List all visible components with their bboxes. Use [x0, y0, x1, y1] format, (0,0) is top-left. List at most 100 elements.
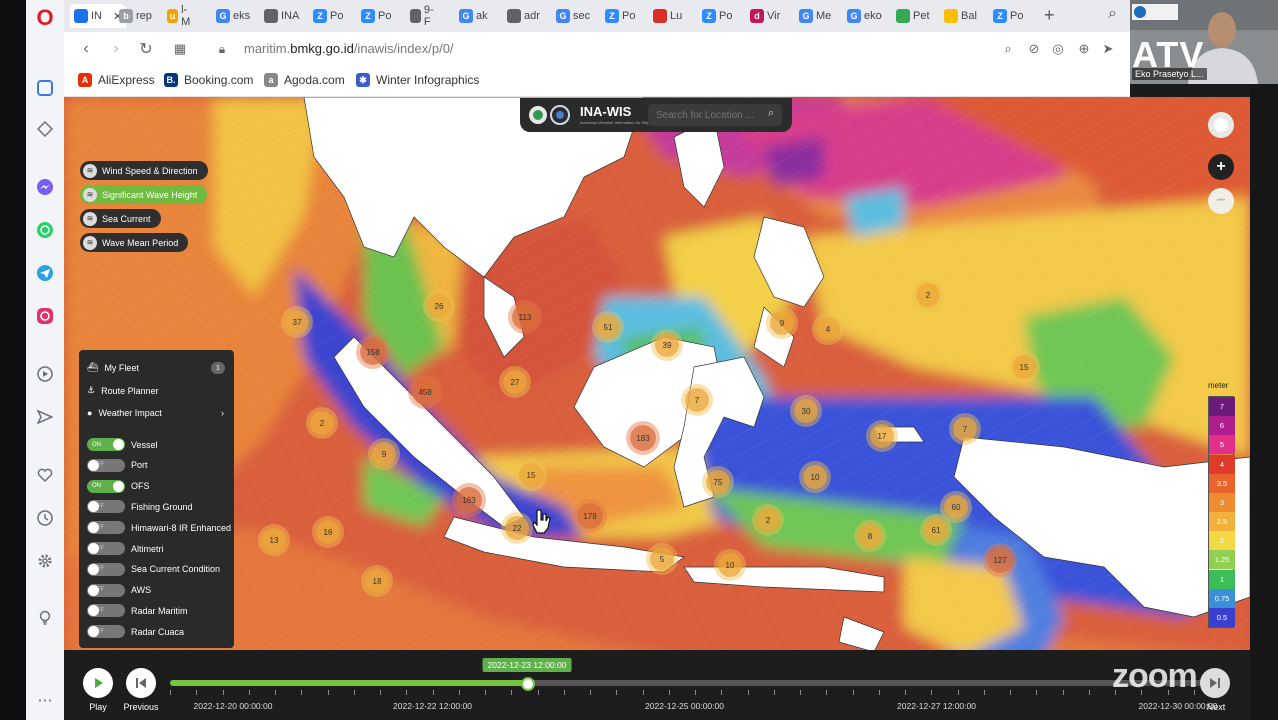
timeline-track[interactable] — [170, 677, 1220, 691]
camera-icon[interactable]: ◎ — [1048, 39, 1068, 59]
play-button[interactable] — [83, 668, 113, 698]
route-planner-row[interactable]: ⚓︎ Route Planner — [87, 385, 159, 396]
bookmark-item[interactable]: a Agoda.com — [264, 73, 345, 87]
vessel-cluster-marker[interactable]: 2 — [916, 283, 940, 307]
tabs-grid-icon[interactable]: ▦ — [170, 39, 190, 59]
instagram-icon[interactable] — [35, 306, 55, 326]
layer-button[interactable]: ≋ Significant Wave Height — [80, 185, 208, 204]
layer-button[interactable]: ≋ Sea Current — [80, 209, 161, 228]
vessel-cluster-marker[interactable]: 9 — [372, 442, 396, 466]
tab[interactable]: Z Po — [361, 4, 391, 28]
tab[interactable]: Z Po — [313, 4, 343, 28]
vessel-cluster-marker[interactable]: 60 — [944, 495, 968, 519]
home-icon[interactable] — [35, 78, 55, 98]
vessel-cluster-marker[interactable]: 5 — [650, 547, 674, 571]
toggle-switch[interactable]: OFF — [87, 458, 125, 472]
vessel-cluster-marker[interactable]: 22 — [505, 516, 529, 540]
vessel-cluster-marker[interactable]: 18 — [365, 569, 389, 593]
toggle-switch[interactable]: OFF — [87, 500, 125, 514]
extensions-icon[interactable]: ⊕ — [1074, 39, 1094, 59]
bookmark-item[interactable]: B. Booking.com — [164, 73, 253, 87]
toggle-switch[interactable]: OFF — [87, 521, 125, 535]
toggle-switch[interactable]: OFF — [87, 583, 125, 597]
zoom-out-button[interactable]: − — [1208, 188, 1234, 214]
tab[interactable]: INA — [264, 4, 299, 28]
weather-impact-row[interactable]: ● Weather Impact — [87, 408, 162, 418]
tab[interactable]: d Vir — [750, 4, 780, 28]
tab[interactable]: Z Po — [605, 4, 635, 28]
back-icon[interactable]: ‹ — [76, 39, 96, 59]
tab[interactable]: IN ✕ — [70, 4, 127, 28]
vessel-cluster-marker[interactable]: 179 — [577, 503, 603, 529]
send-icon[interactable] — [35, 407, 55, 427]
toggle-switch[interactable]: ON — [87, 479, 125, 493]
vessel-cluster-marker[interactable]: 51 — [596, 315, 620, 339]
my-fleet-row[interactable]: ⛴︎ My Fleet — [87, 362, 139, 373]
vessel-cluster-marker[interactable]: 8 — [858, 524, 882, 548]
vessel-cluster-marker[interactable]: 75 — [706, 470, 730, 494]
tab[interactable]: Geko — [847, 4, 882, 28]
tab-search-icon[interactable]: ⌕ — [1108, 5, 1117, 23]
messenger-icon[interactable] — [35, 177, 55, 197]
tab[interactable]: adr — [507, 4, 540, 28]
vessel-cluster-marker[interactable]: 458 — [412, 379, 438, 405]
opera-logo-icon[interactable]: O — [33, 5, 57, 30]
map-view[interactable] — [64, 97, 1250, 720]
forward-icon[interactable]: › — [106, 39, 126, 59]
telegram-icon[interactable] — [35, 263, 55, 283]
vessel-cluster-marker[interactable]: 39 — [655, 333, 679, 357]
vessel-cluster-marker[interactable]: 27 — [503, 370, 527, 394]
vessel-cluster-marker[interactable]: 2 — [756, 508, 780, 532]
vessel-cluster-marker[interactable]: 7 — [685, 388, 709, 412]
tab[interactable]: Gak — [459, 4, 488, 28]
vessel-cluster-marker[interactable]: 15 — [519, 463, 543, 487]
search-page-icon[interactable]: ⌕ — [998, 39, 1018, 59]
tab[interactable]: Z Po — [993, 4, 1023, 28]
toggle-switch[interactable]: OFF — [87, 542, 125, 555]
bookmark-item[interactable]: A AliExpress — [78, 73, 155, 87]
player-icon[interactable] — [35, 364, 55, 384]
lightbulb-icon[interactable] — [35, 608, 55, 628]
chevron-right-icon[interactable]: › — [221, 408, 224, 418]
tab[interactable]: Lu — [653, 4, 682, 28]
vessel-cluster-marker[interactable]: 17 — [870, 424, 894, 448]
vessel-cluster-marker[interactable]: 10 — [803, 465, 827, 489]
vessel-cluster-marker[interactable]: 16 — [316, 520, 340, 544]
previous-button[interactable] — [126, 668, 156, 698]
toggle-switch[interactable]: ON — [87, 438, 125, 451]
tab[interactable]: Z Po — [702, 4, 732, 28]
vessel-cluster-marker[interactable]: 37 — [285, 310, 309, 334]
url-field[interactable]: maritim.bmkg.go.id/inawis/index/p/0/ — [244, 41, 454, 56]
vessel-cluster-marker[interactable]: 2 — [310, 411, 334, 435]
zoom-in-button[interactable]: + — [1208, 154, 1234, 180]
tab[interactable]: Pet — [896, 4, 930, 28]
tab[interactable]: u l-M — [167, 4, 193, 28]
more-icon[interactable]: ⋯ — [35, 690, 55, 710]
toggle-switch[interactable]: OFF — [87, 562, 125, 576]
vessel-cluster-marker[interactable]: 10 — [718, 553, 742, 577]
history-icon[interactable] — [35, 508, 55, 528]
heart-icon[interactable] — [35, 465, 55, 485]
vessel-cluster-marker[interactable]: 13 — [262, 528, 286, 552]
search-icon[interactable]: ⌕ — [768, 107, 774, 120]
vessel-cluster-marker[interactable]: 61 — [924, 518, 948, 542]
bookmark-item[interactable]: ✱ Winter Infographics — [356, 73, 479, 87]
vessel-cluster-marker[interactable]: 26 — [427, 294, 451, 318]
tab[interactable]: b rep — [119, 4, 152, 28]
vessel-cluster-marker[interactable]: 7 — [953, 417, 977, 441]
block-icon[interactable]: ⊘ — [1024, 39, 1044, 59]
tab[interactable]: Gsec — [556, 4, 590, 28]
vessel-cluster-marker[interactable]: 158 — [360, 339, 386, 365]
vessel-cluster-marker[interactable]: 127 — [987, 547, 1013, 573]
new-tab-icon[interactable]: + — [1044, 5, 1055, 26]
speed-dial-icon[interactable] — [35, 119, 55, 139]
layer-button[interactable]: ≋ Wave Mean Period — [80, 233, 189, 252]
vessel-cluster-marker[interactable]: 163 — [456, 487, 482, 513]
vessel-cluster-marker[interactable]: 30 — [794, 399, 818, 423]
wave-height-map[interactable] — [64, 97, 1250, 720]
tab[interactable]: Geks — [216, 4, 250, 28]
reload-icon[interactable]: ↻ — [136, 39, 156, 59]
vessel-cluster-marker[interactable]: 4 — [816, 317, 840, 341]
location-search-input[interactable] — [648, 104, 782, 126]
profile-button[interactable] — [1208, 112, 1234, 138]
